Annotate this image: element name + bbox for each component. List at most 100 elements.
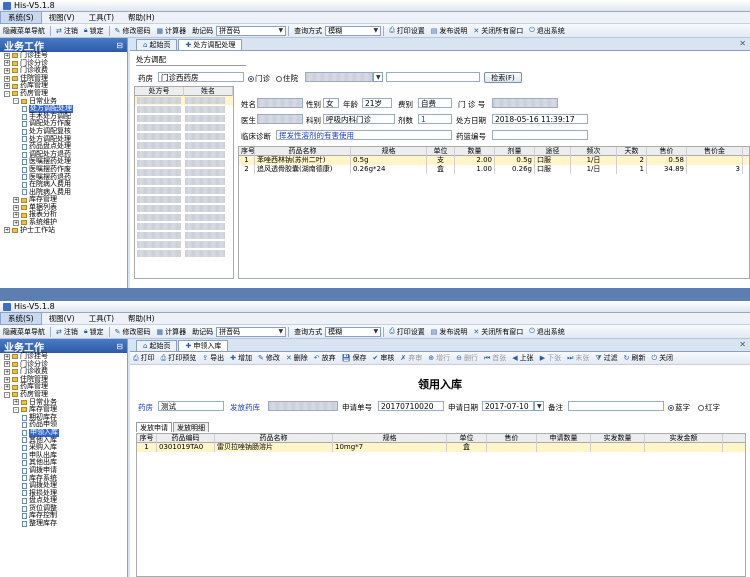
column-header[interactable]: 单位 [427,146,455,156]
collapse-icon[interactable]: - [4,90,10,97]
list-item[interactable] [135,105,233,114]
prev-button[interactable]: ◀ 上张 [509,353,536,363]
sidebar-item[interactable]: 出院病人费用 [0,188,127,197]
sidebar-item[interactable]: 库存系统 [0,474,127,483]
close-all-button[interactable]: ✕ 关闭所有窗口 [470,26,526,36]
last-button[interactable]: ⏭ 末张 [564,353,592,363]
tab-start-page[interactable]: ⌂ 起始页 [136,340,178,351]
column-header[interactable]: 售价 [647,146,687,156]
radio-blue-word[interactable]: 蓝字 [668,402,690,413]
print-button[interactable]: ⎙ 打印 [130,353,158,363]
expand-icon[interactable]: + [4,384,10,391]
sidebar-item[interactable]: 采购入库 [0,444,127,452]
pharmacy-field[interactable]: 门诊西药房 [158,72,244,82]
table-row[interactable]: 2 追风透骨胶囊(湖南德康) 0.26g*24 盒 1.00 0.26g 口服 1/日 1 34.… [239,165,749,174]
sidebar-item[interactable]: 期初库存 [0,413,127,422]
radio-inpatient[interactable]: 住院 [276,73,298,84]
unapprove-button[interactable]: ✗ 弃审 [397,353,425,363]
menu-help[interactable]: 帮助(H) [121,313,162,324]
column-header[interactable]: 申请数量 [537,433,591,443]
calculator-button[interactable]: ▦ 计算器 [153,327,189,337]
patient-search-field[interactable] [305,72,373,82]
sidebar-item[interactable]: 调拨申请 [0,466,127,475]
expand-icon[interactable]: + [4,60,10,67]
input-method-select[interactable]: 拼音码 ▼ [216,25,287,36]
column-header[interactable]: 单位 [447,433,487,443]
column-header[interactable]: 售价金 [687,146,743,156]
query-mode-select[interactable]: 模糊 ▼ [325,25,382,36]
export-button[interactable]: ⇪ 导出 [199,353,227,363]
approve-button[interactable]: ✔ 审核 [369,353,397,363]
sidebar-item[interactable]: + 日常业务 [0,398,127,407]
remark-field[interactable] [568,401,664,411]
lock-button[interactable]: 🔒︎ 锁定 [81,26,107,36]
send-store-field[interactable] [268,401,338,411]
column-header[interactable]: 实发数量 [591,433,645,443]
apply-date-field[interactable]: 2017-07-10 [482,401,534,411]
tab-issue-request[interactable]: 发放申请 [136,422,172,432]
list-item[interactable] [135,231,233,240]
print-preview-button[interactable]: ⎙ 打印预览 [158,353,200,363]
sidebar-item[interactable]: 申领入库 [0,428,127,437]
sidebar-item[interactable]: 其他出库 [0,459,127,467]
print-settings-button[interactable]: ⎙ 打印设置 [386,327,428,337]
list-item[interactable] [135,204,233,213]
list-item[interactable] [135,141,233,150]
close-all-button[interactable]: ✕ 关闭所有窗口 [470,327,526,337]
list-item[interactable] [135,114,233,123]
edit-button[interactable]: ✎ 修改 [255,353,283,363]
expand-icon[interactable]: + [4,361,10,368]
expand-icon[interactable]: + [4,227,10,234]
list-item[interactable] [135,213,233,222]
calculator-button[interactable]: ▦ 计算器 [153,26,189,36]
exit-button[interactable]: ⏻ 退出系统 [526,26,568,36]
print-settings-button[interactable]: ⎙ 打印设置 [386,26,428,36]
sidebar-item[interactable]: + 护士工作站 [0,226,127,235]
list-item[interactable] [135,186,233,195]
date-dropdown[interactable]: ▼ [534,401,544,411]
discard-button[interactable]: ↶ 放弃 [311,353,339,363]
collapse-icon[interactable]: - [13,406,19,413]
sidebar-item[interactable]: - 药房管理 [0,89,127,98]
tab-requisition[interactable]: ✚ 申领入库 [178,340,229,351]
collapse-icon[interactable]: - [4,391,10,398]
sidebar-item[interactable]: - 库存管理 [0,406,127,414]
expand-icon[interactable]: + [13,212,19,219]
column-header[interactable]: 剂量 [495,146,535,156]
release-notes-button[interactable]: ▤ 发布说明 [428,26,471,36]
sidebar-item[interactable]: 其他入库 [0,436,127,445]
list-item[interactable] [135,249,233,258]
expand-icon[interactable]: + [4,67,10,74]
lock-button[interactable]: 🔒︎ 锁定 [81,327,107,337]
column-header[interactable]: 数量 [455,146,495,156]
close-tab-icon[interactable]: ✕ [739,39,746,48]
add-row-button[interactable]: ⊕ 增行 [425,353,453,363]
close-button[interactable]: ⏻ 关闭 [649,353,677,363]
menu-view[interactable]: 视图(V) [42,12,82,23]
pharmacy-field[interactable]: 测试 [158,401,224,411]
delete-row-button[interactable]: ⊖ 删行 [453,353,481,363]
sidebar-item[interactable]: 整理库存 [0,519,127,528]
table-row[interactable]: 1 苯唑西林钠(苏州二叶) 0.5g 支 2.00 0.5g 口服 1/日 2 0.58 [239,156,749,165]
column-header[interactable]: 售价 [487,433,537,443]
sidebar-item[interactable]: + 单据列表 [0,203,127,212]
menu-tools[interactable]: 工具(T) [82,313,121,324]
expand-icon[interactable]: + [13,219,19,226]
change-password-button[interactable]: ✎ 修改密码 [112,26,154,36]
pin-icon[interactable]: ⊟ [116,342,123,351]
sidebar-item[interactable]: 盘点处理 [0,497,127,505]
filter-button[interactable]: ⧩ 过滤 [592,353,620,363]
patient-search-dropdown[interactable]: ▼ [373,72,383,82]
search-button[interactable]: 检索(F) [484,72,522,83]
next-button[interactable]: ▶ 下张 [537,353,564,363]
menu-system[interactable]: 系统(S) [0,11,42,24]
apply-no-field[interactable]: 20170710020 [378,401,444,411]
basket-field[interactable] [492,130,588,140]
exit-button[interactable]: ⏻ 退出系统 [526,327,568,337]
expand-icon[interactable]: + [4,52,10,59]
list-item[interactable] [135,222,233,231]
menu-help[interactable]: 帮助(H) [121,12,162,23]
expand-icon[interactable]: + [13,399,19,406]
column-header[interactable]: 频次 [571,146,617,156]
search-keyword-input[interactable] [386,72,480,82]
